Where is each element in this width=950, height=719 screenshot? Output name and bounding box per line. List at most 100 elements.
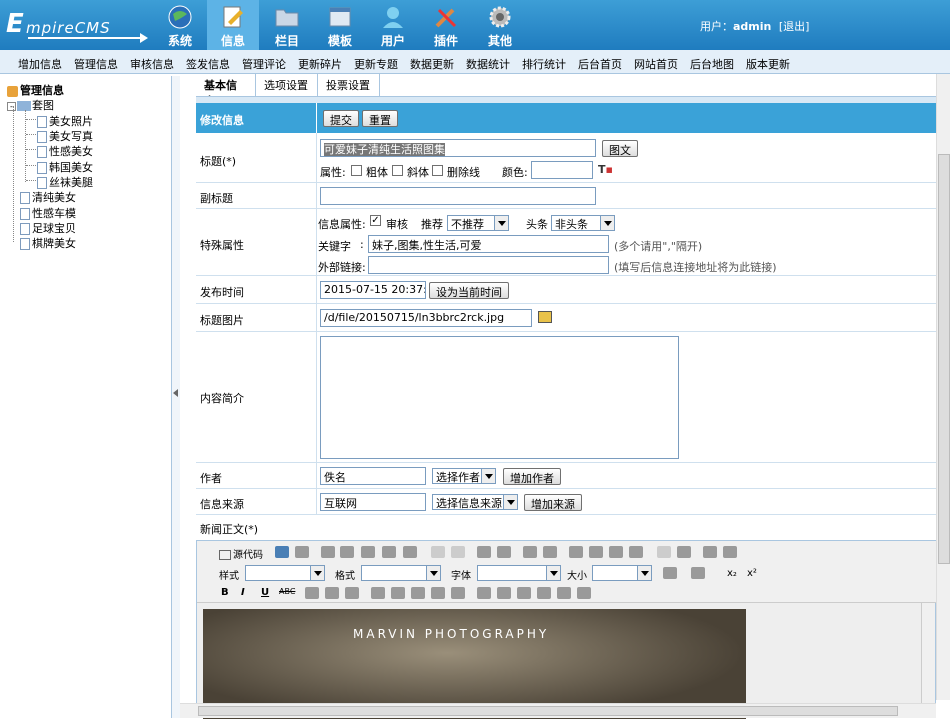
subnav-site-home[interactable]: 网站首页: [634, 56, 678, 72]
pubtime-input[interactable]: 2015-07-15 20:37:51: [320, 281, 426, 299]
italic-icon[interactable]: I: [241, 587, 245, 598]
undo-icon[interactable]: [431, 546, 445, 558]
tree-item[interactable]: 韩国美女: [37, 159, 93, 175]
select-all-icon[interactable]: [523, 546, 537, 558]
subnav-update-fragments[interactable]: 更新碎片: [298, 56, 342, 72]
outdent-icon[interactable]: [657, 546, 671, 558]
redo-icon[interactable]: [451, 546, 465, 558]
tree-root[interactable]: 管理信息: [7, 82, 64, 98]
file-icon[interactable]: [451, 587, 465, 599]
link-icon[interactable]: [305, 587, 319, 599]
panel-splitter[interactable]: [172, 76, 180, 718]
color-picker-icon[interactable]: T▪: [598, 163, 613, 176]
tree-item[interactable]: 性感车模: [20, 205, 76, 221]
keywords-input[interactable]: 妹子,图集,性生活,可爱: [368, 235, 609, 253]
nav-template[interactable]: 模板: [314, 0, 366, 50]
tree-item[interactable]: 性感美女: [37, 143, 93, 159]
subnav-sign-info[interactable]: 签发信息: [186, 56, 230, 72]
align-left-icon[interactable]: [569, 546, 583, 558]
logout-link[interactable]: [退出]: [779, 20, 810, 33]
set-now-button[interactable]: 设为当前时间: [429, 282, 509, 299]
strike-checkbox[interactable]: [432, 165, 443, 176]
smiley-icon[interactable]: [517, 587, 531, 599]
nav-system[interactable]: 系统: [154, 0, 206, 50]
nav-plugin[interactable]: 插件: [420, 0, 472, 50]
table-icon[interactable]: [477, 587, 491, 599]
add-author-button[interactable]: 增加作者: [503, 468, 561, 485]
subnav-rank-stats[interactable]: 排行统计: [522, 56, 566, 72]
subnav-data-stats[interactable]: 数据统计: [466, 56, 510, 72]
replace-icon[interactable]: [497, 546, 511, 558]
nav-column[interactable]: 栏目: [261, 0, 313, 50]
underline-icon[interactable]: U: [261, 587, 269, 598]
indent-icon[interactable]: [677, 546, 691, 558]
source-code-button[interactable]: 源代码: [219, 546, 263, 561]
font-select[interactable]: [477, 565, 561, 581]
main-horizontal-scrollbar[interactable]: [180, 703, 936, 718]
tree-item[interactable]: 足球宝贝: [20, 220, 76, 236]
source-input[interactable]: 互联网: [320, 493, 426, 511]
subnav-audit-info[interactable]: 审核信息: [130, 56, 174, 72]
subnav-manage-info[interactable]: 管理信息: [74, 56, 118, 72]
subscript-icon[interactable]: x₂: [727, 568, 737, 579]
recommend-select[interactable]: 不推荐: [447, 215, 509, 231]
scroll-thumb[interactable]: [938, 154, 950, 564]
blockquote-icon[interactable]: [557, 587, 571, 599]
bold-checkbox[interactable]: [351, 165, 362, 176]
paste-word-icon[interactable]: [403, 546, 417, 558]
image-text-button[interactable]: 图文: [602, 140, 638, 157]
bg-color-icon[interactable]: [691, 567, 705, 579]
subnav-data-update[interactable]: 数据更新: [410, 56, 454, 72]
style-select[interactable]: [245, 565, 325, 581]
tab-options[interactable]: 选项设置: [256, 74, 318, 96]
media-icon[interactable]: [431, 587, 445, 599]
image-select-icon[interactable]: [538, 311, 552, 323]
author-input[interactable]: 佚名: [320, 467, 426, 485]
bullet-list-icon[interactable]: [723, 546, 737, 558]
headline-select[interactable]: 非头条: [551, 215, 615, 231]
source-select[interactable]: 选择信息来源: [432, 494, 518, 510]
unlink-icon[interactable]: [325, 587, 339, 599]
nav-info[interactable]: 信息: [207, 0, 259, 50]
summary-textarea[interactable]: [320, 336, 679, 459]
audit-checkbox[interactable]: ✓: [370, 215, 381, 226]
subnav-admin-home[interactable]: 后台首页: [578, 56, 622, 72]
horizontal-rule-icon[interactable]: [497, 587, 511, 599]
align-right-icon[interactable]: [609, 546, 623, 558]
italic-checkbox[interactable]: [392, 165, 403, 176]
multi-image-icon[interactable]: [391, 587, 405, 599]
strikethrough-icon[interactable]: ABC: [279, 587, 295, 596]
nav-user[interactable]: 用户: [367, 0, 419, 50]
eraser-icon[interactable]: [543, 546, 557, 558]
color-input[interactable]: [531, 161, 593, 179]
subnav-update-topics[interactable]: 更新专题: [354, 56, 398, 72]
tree-item[interactable]: 丝袜美腿: [37, 174, 93, 190]
paste-text-icon[interactable]: [382, 546, 396, 558]
extlink-input[interactable]: [368, 256, 609, 274]
scroll-thumb[interactable]: [198, 706, 898, 716]
copy-icon[interactable]: [340, 546, 354, 558]
tree-group[interactable]: - 套图: [7, 97, 54, 113]
preview-icon[interactable]: [295, 546, 309, 558]
titlepic-input[interactable]: /d/file/20150715/ln3bbrc2rck.jpg: [320, 309, 532, 327]
subnav-admin-map[interactable]: 后台地图: [690, 56, 734, 72]
size-select[interactable]: [592, 565, 652, 581]
tree-item[interactable]: 美女写真: [37, 128, 93, 144]
justify-icon[interactable]: [629, 546, 643, 558]
superscript-icon[interactable]: x²: [747, 568, 757, 579]
paste-icon[interactable]: [361, 546, 375, 558]
text-color-icon[interactable]: [663, 567, 677, 579]
save-icon[interactable]: [275, 546, 289, 558]
reset-button[interactable]: 重置: [362, 110, 398, 127]
image-icon[interactable]: [371, 587, 385, 599]
numbered-list-icon[interactable]: [703, 546, 717, 558]
subtitle-input[interactable]: [320, 187, 596, 205]
tab-vote[interactable]: 投票设置: [318, 74, 380, 96]
find-icon[interactable]: [477, 546, 491, 558]
tree-item[interactable]: 美女照片: [37, 113, 93, 129]
subnav-manage-comments[interactable]: 管理评论: [242, 56, 286, 72]
nav-other[interactable]: 其他: [474, 0, 526, 50]
special-char-icon[interactable]: [537, 587, 551, 599]
author-select[interactable]: 选择作者: [432, 468, 496, 484]
align-center-icon[interactable]: [589, 546, 603, 558]
